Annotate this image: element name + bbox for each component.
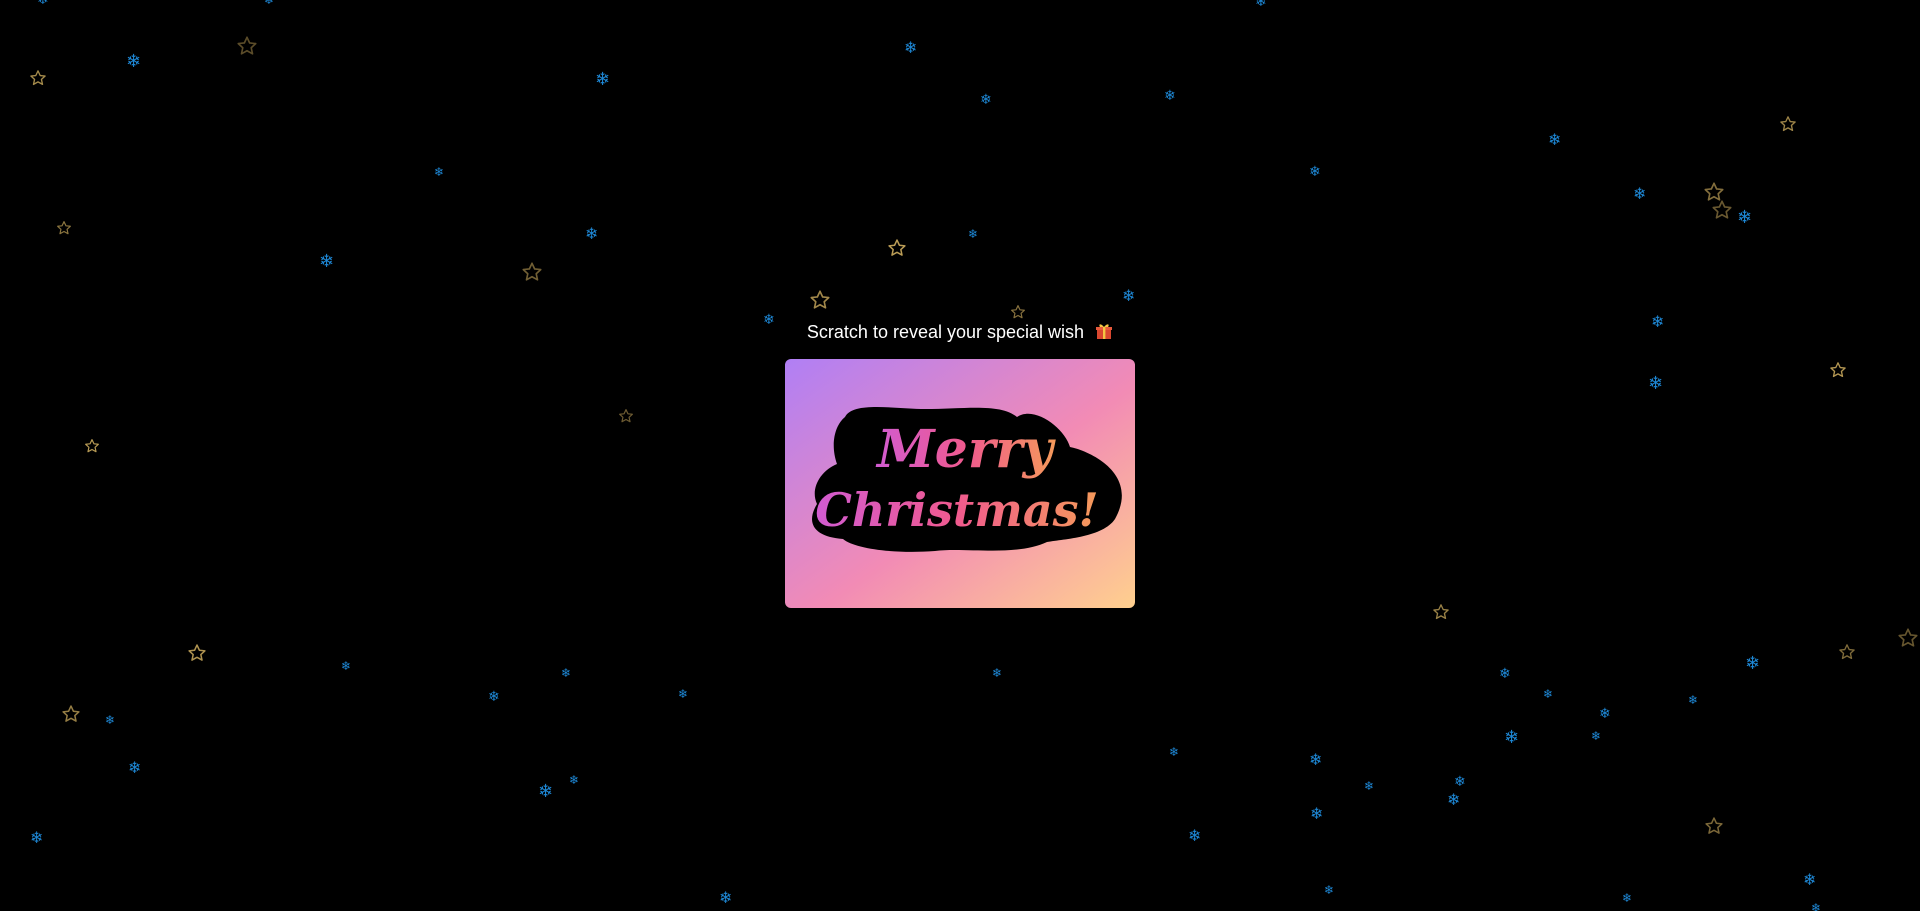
snowflake-icon: ❄ bbox=[1364, 779, 1375, 793]
snowflake-icon: ❄ bbox=[904, 38, 918, 57]
snowflake-icon: ❄ bbox=[1648, 373, 1664, 394]
snowflake-icon: ❄ bbox=[1499, 666, 1511, 682]
snowflake-icon: ❄ bbox=[1591, 729, 1602, 743]
star-icon bbox=[1897, 627, 1919, 649]
star-icon bbox=[1779, 115, 1797, 133]
snowflake-icon: ❄ bbox=[1504, 727, 1520, 748]
scratch-card[interactable]: Merry Christmas! bbox=[785, 359, 1135, 608]
snowflake-icon: ❄ bbox=[1309, 750, 1323, 769]
snowflake-icon: ❄ bbox=[1255, 0, 1267, 10]
star-icon bbox=[29, 69, 47, 87]
snowflake-icon: ❄ bbox=[1745, 653, 1761, 674]
snowflake-icon: ❄ bbox=[37, 0, 49, 8]
star-icon bbox=[887, 238, 907, 258]
snowflake-icon: ❄ bbox=[1447, 790, 1461, 809]
snowflake-icon: ❄ bbox=[1454, 774, 1466, 790]
snowflake-icon: ❄ bbox=[1543, 687, 1554, 701]
snowflake-icon: ❄ bbox=[1622, 891, 1633, 905]
wish-line-2: Christmas! bbox=[815, 483, 1098, 537]
snowflake-icon: ❄ bbox=[105, 713, 116, 727]
snowflake-icon: ❄ bbox=[1599, 706, 1611, 722]
background: ❄ ❄ ❄ ❄ ❄ ❄ ❄ ❄ ❄ ❄ ❄ ❄ ❄ ❄ ❄ ❄ ❄ ❄ ❄ ❄ ❄ ❄ ❄ ❄ ❄ ❄ ❄ ❄ ❄ ❄ ❄ ❄ ❄ ❄ ❄ ❄ ❄ ❄ ❄ ❄… bbox=[0, 0, 1920, 911]
snowflake-icon: ❄ bbox=[264, 0, 275, 7]
snowflake-icon: ❄ bbox=[126, 51, 142, 72]
snowflake-icon: ❄ bbox=[1803, 870, 1817, 889]
snowflake-icon: ❄ bbox=[1164, 88, 1176, 104]
star-icon bbox=[1829, 361, 1847, 379]
snowflake-icon: ❄ bbox=[1169, 745, 1180, 759]
snowflake-icon: ❄ bbox=[992, 666, 1003, 680]
snowflake-icon: ❄ bbox=[719, 888, 733, 907]
snowflake-icon: ❄ bbox=[968, 227, 979, 241]
snowflake-icon: ❄ bbox=[1811, 901, 1822, 911]
snowflake-icon: ❄ bbox=[128, 758, 142, 777]
star-icon bbox=[1711, 199, 1733, 221]
star-icon bbox=[1703, 181, 1725, 203]
snowflake-icon: ❄ bbox=[569, 773, 580, 787]
snowflake-icon: ❄ bbox=[1310, 804, 1324, 823]
snowflake-icon: ❄ bbox=[1548, 130, 1562, 149]
star-icon bbox=[1838, 643, 1856, 661]
snowflake-icon: ❄ bbox=[434, 165, 445, 179]
snowflake-icon: ❄ bbox=[1737, 207, 1753, 228]
snowflake-icon: ❄ bbox=[319, 251, 335, 272]
instruction-label: Scratch to reveal your special wish bbox=[806, 322, 1085, 342]
star-icon bbox=[1704, 816, 1724, 836]
star-icon bbox=[236, 35, 258, 57]
snowflake-icon: ❄ bbox=[1688, 693, 1699, 707]
snowflake-icon: ❄ bbox=[538, 781, 554, 802]
snowflake-icon: ❄ bbox=[1188, 826, 1202, 845]
gift-icon bbox=[1095, 322, 1113, 345]
snowflake-icon: ❄ bbox=[488, 689, 500, 705]
snowflake-icon: ❄ bbox=[1633, 184, 1647, 203]
star-icon bbox=[618, 408, 634, 424]
star-icon bbox=[84, 438, 100, 454]
wish-line-1: Merry bbox=[875, 419, 1056, 480]
star-icon bbox=[187, 643, 207, 663]
snowflake-icon: ❄ bbox=[30, 828, 44, 847]
star-icon bbox=[809, 289, 831, 311]
star-icon bbox=[1432, 603, 1450, 621]
star-icon bbox=[521, 261, 543, 283]
snowflake-icon: ❄ bbox=[980, 92, 992, 108]
instruction-text: Scratch to reveal your special wish bbox=[0, 322, 1920, 345]
star-icon bbox=[61, 704, 81, 724]
snowflake-icon: ❄ bbox=[1122, 286, 1136, 305]
snowflake-icon: ❄ bbox=[561, 666, 572, 680]
snowflake-icon: ❄ bbox=[678, 687, 689, 701]
snowflake-icon: ❄ bbox=[1324, 883, 1335, 897]
star-icon bbox=[1010, 304, 1026, 320]
snowflake-icon: ❄ bbox=[341, 659, 352, 673]
star-icon bbox=[56, 220, 72, 236]
snowflake-icon: ❄ bbox=[1309, 164, 1321, 180]
snowflake-icon: ❄ bbox=[585, 224, 599, 243]
snowflake-icon: ❄ bbox=[595, 69, 611, 90]
